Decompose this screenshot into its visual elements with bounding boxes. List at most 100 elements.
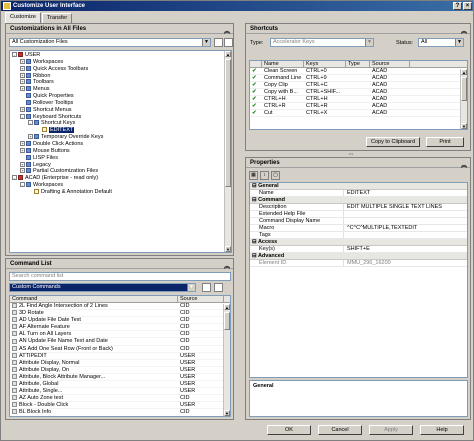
expand-node-icon[interactable]: + <box>20 72 25 78</box>
column-source[interactable]: Source <box>178 296 224 302</box>
ok-button[interactable]: OK <box>267 425 311 435</box>
tree-item[interactable]: Drafting & Annotation Default <box>12 189 231 196</box>
expand-node-icon[interactable]: + <box>20 141 25 147</box>
table-row[interactable]: AN Update File Name Text and Date CID <box>10 338 230 346</box>
tree-item[interactable]: + Double Click Actions <box>12 141 231 148</box>
table-row[interactable]: ✔ Copy with B... CTRL+SHIF... ACAD <box>250 89 467 96</box>
print-button[interactable]: Print <box>426 137 464 147</box>
property-category[interactable]: ⊟ Access <box>250 239 467 246</box>
table-row[interactable]: BL Block Info CID <box>10 409 230 416</box>
open-file-icon[interactable] <box>214 38 223 47</box>
collapse-node-icon[interactable]: - <box>20 182 25 188</box>
tree-item[interactable]: EDITEXT <box>12 127 231 134</box>
property-row[interactable]: Key(s) SHIFT+E <box>250 246 467 253</box>
apply-button[interactable]: Apply <box>369 425 413 435</box>
property-value[interactable]: MMU_296_16200 <box>344 260 467 266</box>
column-keys[interactable]: Keys <box>304 61 346 67</box>
help-button[interactable]: Help <box>420 425 464 435</box>
command-scrollbar[interactable]: ▲ ▼ <box>223 304 230 416</box>
command-list-grid[interactable]: Command Source 2L Find Angle Intersectio… <box>9 295 231 417</box>
collapse-chevron-icon[interactable]: ︽ <box>224 261 230 270</box>
table-row[interactable]: Attribute Display, On USER <box>10 367 230 374</box>
tree-item[interactable]: + Ribbon <box>12 73 231 80</box>
column-command[interactable]: Command <box>10 296 178 302</box>
table-row[interactable]: AS Add One Seat Row (Front or Back) CID <box>10 346 230 353</box>
scroll-up-icon[interactable]: ▲ <box>224 304 230 310</box>
scroll-down-icon[interactable]: ▼ <box>225 246 231 252</box>
new-command-icon[interactable] <box>202 283 211 292</box>
table-row[interactable]: ✔ CTRL+R CTRL+R ACAD <box>250 103 467 110</box>
tree-item[interactable]: Rollover Tooltips <box>12 100 231 107</box>
property-category[interactable]: ⊟ Advanced <box>250 253 467 260</box>
property-row[interactable]: Description EDIT MULTIPLE SINGLE TEXT LIN… <box>250 204 467 211</box>
chevron-down-icon[interactable]: ▼ <box>455 39 463 46</box>
table-row[interactable]: ✔ Copy Clip CTRL+C ACAD <box>250 82 467 89</box>
property-category[interactable]: ⊟ Command <box>250 197 467 204</box>
property-row[interactable]: Extended Help File <box>250 211 467 218</box>
tree-item[interactable]: + Toolbars <box>12 79 231 86</box>
tree-scroll-thumb[interactable] <box>225 59 231 187</box>
property-row[interactable]: Name EDITEXT <box>250 190 467 197</box>
expand-node-icon[interactable]: + <box>28 134 33 140</box>
property-value[interactable] <box>344 211 467 217</box>
property-value[interactable] <box>344 232 467 238</box>
collapse-node-icon[interactable]: - <box>28 120 33 126</box>
expand-node-icon[interactable]: + <box>20 79 25 85</box>
expand-node-icon[interactable]: + <box>20 58 25 64</box>
find-command-icon[interactable] <box>214 283 223 292</box>
tree-item[interactable]: - ACAD (Enterprise - read only) <box>12 175 231 182</box>
scroll-down-icon[interactable]: ▼ <box>224 410 230 416</box>
collapse-node-icon[interactable]: - <box>12 52 17 58</box>
categorized-icon[interactable]: ▦ <box>249 171 258 180</box>
chevron-down-icon[interactable]: ▼ <box>187 284 195 291</box>
tree-item[interactable]: + Workspaces <box>12 59 231 66</box>
tree-item[interactable]: + Quick Access Toolbars <box>12 66 231 73</box>
property-value[interactable]: EDITEXT <box>344 190 467 196</box>
tree-item[interactable]: + Menus <box>12 86 231 93</box>
property-value[interactable]: SHIFT+E <box>344 246 467 252</box>
table-row[interactable]: Attribute, Block Attribute Manager... USE… <box>10 374 230 382</box>
tree-item[interactable]: - Shortcut Keys <box>12 120 231 127</box>
title-bar[interactable]: Customize User Interface ? × <box>1 1 473 11</box>
cancel-button[interactable]: Cancel <box>318 425 362 435</box>
property-row[interactable]: Command Display Name <box>250 218 467 225</box>
shortcut-type-select[interactable]: Accelerator Keys ▼ <box>270 38 374 47</box>
property-value[interactable] <box>344 218 467 224</box>
table-row[interactable]: AL Turn on All Layers CID <box>10 331 230 339</box>
table-row[interactable]: ✔ CTRL+H CTRL+H ACAD <box>250 96 467 103</box>
collapse-chevron-icon[interactable]: ︽ <box>461 160 467 169</box>
shortcuts-grid[interactable]: Name Keys Type Source ✔ Clean Screen CTRL+… <box>249 60 468 130</box>
property-row[interactable]: Macro ^C^C^MULTIPLE,TEXTEDIT <box>250 225 467 232</box>
table-row[interactable]: AZ Auto Zone text CID <box>10 395 230 403</box>
close-window-button[interactable]: × <box>463 2 472 10</box>
table-row[interactable]: Attribute Display, Normal USER <box>10 360 230 367</box>
tree-item[interactable]: - USER <box>12 52 231 59</box>
shortcuts-scrollbar[interactable]: ▲ ▼ <box>460 69 467 129</box>
table-row[interactable]: AD Update File Date Text CID <box>10 317 230 325</box>
collapse-node-icon[interactable]: - <box>12 175 17 181</box>
expand-node-icon[interactable]: + <box>20 168 25 174</box>
tree-item[interactable]: - Workspaces <box>12 182 231 189</box>
tree-item[interactable]: Quick Properties <box>12 93 231 100</box>
tree-item[interactable]: + Temporary Override Keys <box>12 134 231 141</box>
properties-grid[interactable]: ⊟ General Name EDITEXT ⊟ Command Description… <box>249 182 468 378</box>
customization-file-select[interactable]: All Customization Files ▼ <box>9 38 211 47</box>
collapse-node-icon[interactable]: - <box>20 113 25 119</box>
tree-item[interactable]: + Mouse Buttons <box>12 148 231 155</box>
command-filter-select[interactable]: Custom Commands ▼ <box>9 283 196 292</box>
tree-item[interactable]: + Partial Customization Files <box>12 168 231 175</box>
expand-node-icon[interactable]: + <box>20 147 25 153</box>
column-name[interactable]: Name <box>262 61 304 67</box>
tree-item[interactable]: LISP Files <box>12 155 231 162</box>
scroll-up-icon[interactable]: ▲ <box>225 51 231 57</box>
scroll-up-icon[interactable]: ▲ <box>461 69 467 75</box>
property-row[interactable]: Element ID MMU_296_16200 <box>250 260 467 267</box>
table-row[interactable]: Attribute, Single... USER <box>10 388 230 396</box>
help-title-button[interactable]: ? <box>453 2 462 10</box>
tree-scrollbar[interactable]: ▲ ▼ <box>224 51 231 252</box>
collapse-chevron-icon[interactable]: ︽ <box>461 26 467 35</box>
customizations-tree[interactable]: - USER + Workspaces + Quick Access Toolbars + R… <box>9 50 232 253</box>
expand-node-icon[interactable]: + <box>20 65 25 71</box>
command-scroll-thumb[interactable] <box>224 312 230 330</box>
table-row[interactable]: Block - Double Click USER <box>10 402 230 410</box>
